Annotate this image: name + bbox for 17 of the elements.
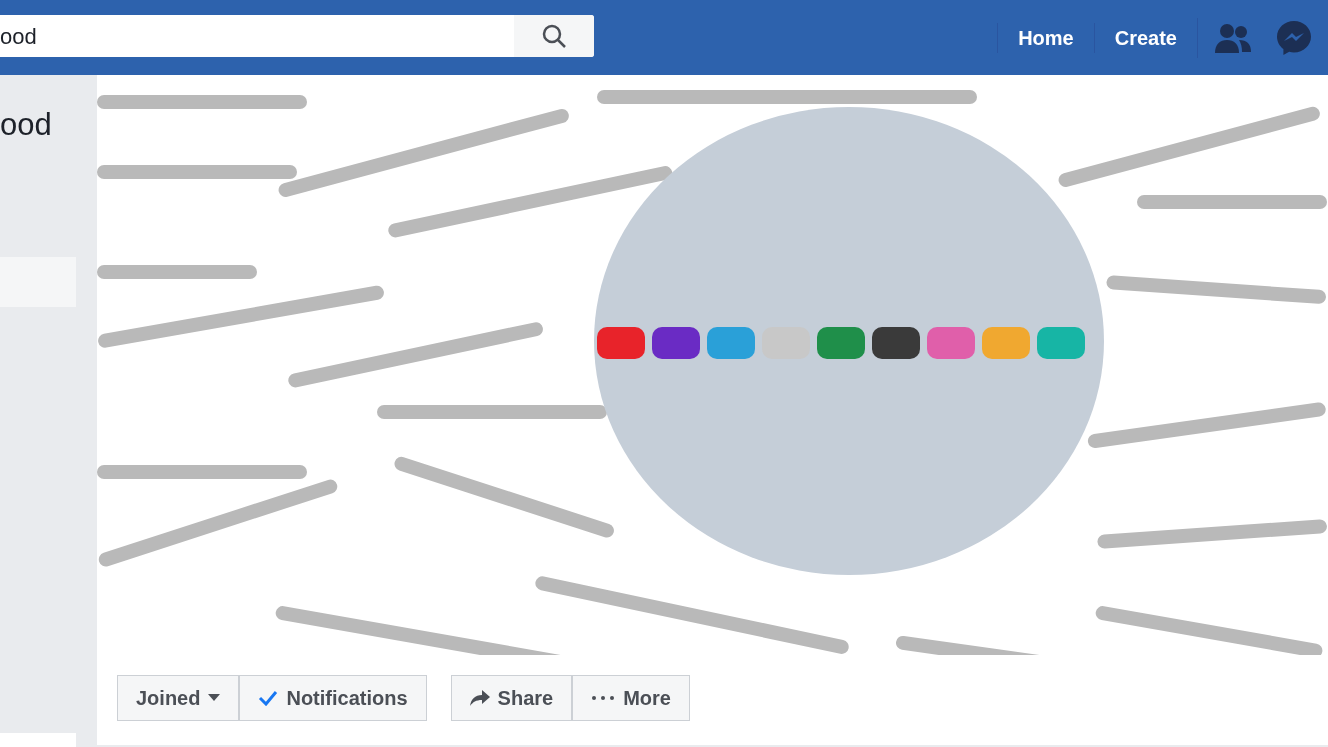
people-icon[interactable] — [1214, 22, 1252, 53]
caret-icon — [208, 694, 221, 702]
messenger-icon[interactable] — [1276, 19, 1312, 56]
more-icon — [591, 695, 616, 701]
share-icon — [469, 690, 490, 706]
search-field[interactable]: ood — [0, 15, 594, 57]
nav-link[interactable]: Create — [1093, 22, 1197, 53]
action-button[interactable]: Notifications — [239, 675, 427, 721]
dropdown-button[interactable]: Joined — [117, 675, 240, 721]
nav-link[interactable]: Home — [997, 22, 1094, 53]
action-button[interactable]: More — [572, 675, 690, 721]
group-name[interactable]: ood — [0, 102, 97, 149]
search-input[interactable]: ood — [0, 19, 514, 53]
check-icon — [258, 690, 279, 706]
action-button[interactable]: Share — [450, 675, 573, 721]
search-icon — [541, 23, 567, 49]
search-button[interactable] — [514, 15, 594, 57]
